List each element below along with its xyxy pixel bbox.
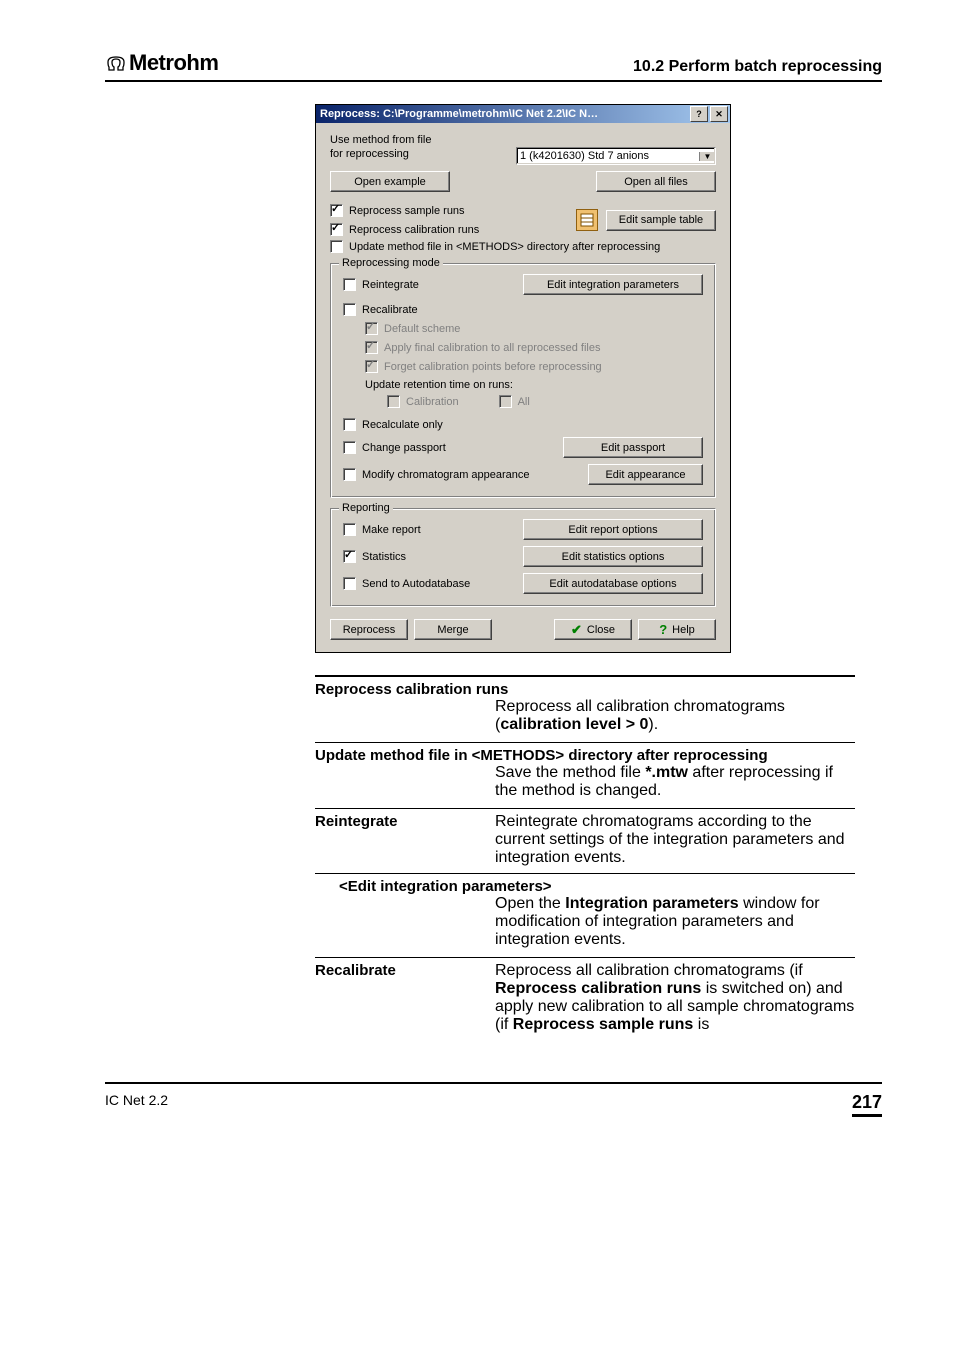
statistics-label: Statistics <box>362 551 406 563</box>
edit-autodatabase-options-button[interactable]: Edit autodatabase options <box>523 573 703 594</box>
reprocess-calibration-label: Reprocess calibration runs <box>349 224 479 236</box>
calibration-label: Calibration <box>406 396 459 408</box>
doc-subterm: <Edit integration parameters> <box>339 878 855 895</box>
recalibrate-checkbox[interactable] <box>343 303 356 316</box>
reprocess-button[interactable]: Reprocess <box>330 619 408 640</box>
apply-final-checkbox <box>365 341 378 354</box>
doc-entry: Recalibrate Reprocess all calibration ch… <box>315 957 855 1042</box>
reprocessing-mode-group: Reprocessing mode Reintegrate Edit integ… <box>330 263 716 498</box>
doc-section: Reprocess calibration runs Reprocess all… <box>315 675 855 1042</box>
forget-points-checkbox <box>365 360 378 373</box>
close-button[interactable]: ✔ Close <box>554 619 632 640</box>
merge-button[interactable]: Merge <box>414 619 492 640</box>
doc-term: Reprocess calibration runs <box>315 681 855 698</box>
doc-def: Reintegrate chromatograms according to t… <box>495 813 855 867</box>
omega-icon <box>105 54 127 72</box>
send-autodatabase-label: Send to Autodatabase <box>362 578 470 590</box>
apply-final-label: Apply final calibration to all reprocess… <box>384 342 600 354</box>
doc-def: Save the method file *.mtw after reproce… <box>495 764 855 800</box>
doc-def: Reprocess all calibration chromatograms … <box>495 698 855 734</box>
default-scheme-checkbox <box>365 322 378 335</box>
statistics-checkbox[interactable] <box>343 550 356 563</box>
open-example-button[interactable]: Open example <box>330 171 450 192</box>
chevron-down-icon: ▼ <box>699 152 715 161</box>
dialog-titlebar: Reprocess: C:\Programme\metrohm\IC Net 2… <box>316 105 730 123</box>
all-label: All <box>518 396 530 408</box>
question-icon: ? <box>659 622 667 637</box>
doc-term: Recalibrate <box>315 962 495 1034</box>
doc-entry: Reintegrate Reintegrate chromatograms ac… <box>315 808 855 957</box>
group-label-reporting: Reporting <box>339 502 393 514</box>
close-titlebar-button[interactable]: ✕ <box>710 106 728 122</box>
footer-product: IC Net 2.2 <box>105 1092 168 1117</box>
modify-appearance-checkbox[interactable] <box>343 468 356 481</box>
modify-appearance-label: Modify chromatogram appearance <box>362 469 530 481</box>
brand-text: Metrohm <box>129 50 218 76</box>
check-icon: ✔ <box>571 622 582 638</box>
edit-sample-table-button[interactable]: Edit sample table <box>606 210 716 231</box>
reintegrate-label: Reintegrate <box>362 279 419 291</box>
reprocess-sample-checkbox[interactable] <box>330 204 343 217</box>
doc-entry: Update method file in <METHODS> director… <box>315 742 855 808</box>
reprocess-sample-label: Reprocess sample runs <box>349 205 465 217</box>
brand-logo: Metrohm <box>105 50 218 76</box>
page-footer: IC Net 2.2 217 <box>105 1082 882 1117</box>
update-method-checkbox[interactable] <box>330 240 343 253</box>
doc-def: Open the Integration parameters window f… <box>495 895 855 949</box>
dialog-title: Reprocess: C:\Programme\metrohm\IC Net 2… <box>320 108 598 120</box>
help-button[interactable]: ? Help <box>638 619 716 640</box>
doc-term: Reintegrate <box>315 813 495 867</box>
default-scheme-label: Default scheme <box>384 323 460 335</box>
doc-entry: Reprocess calibration runs Reprocess all… <box>315 675 855 742</box>
edit-integration-parameters-button[interactable]: Edit integration parameters <box>523 274 703 295</box>
update-method-label: Update method file in <METHODS> director… <box>349 241 660 253</box>
recalculate-only-label: Recalculate only <box>362 419 443 431</box>
all-checkbox <box>499 395 512 408</box>
make-report-label: Make report <box>362 524 421 536</box>
make-report-checkbox[interactable] <box>343 523 356 536</box>
send-autodatabase-checkbox[interactable] <box>343 577 356 590</box>
reintegrate-checkbox[interactable] <box>343 278 356 291</box>
page-number: 217 <box>852 1092 882 1117</box>
update-retention-label: Update retention time on runs: <box>365 379 703 391</box>
sample-table-icon <box>576 209 598 231</box>
reprocess-dialog: Reprocess: C:\Programme\metrohm\IC Net 2… <box>315 104 731 653</box>
doc-def: Reprocess all calibration chromatograms … <box>495 962 855 1034</box>
reprocess-calibration-checkbox[interactable] <box>330 223 343 236</box>
recalibrate-label: Recalibrate <box>362 304 418 316</box>
edit-statistics-options-button[interactable]: Edit statistics options <box>523 546 703 567</box>
calibration-checkbox <box>387 395 400 408</box>
method-dropdown[interactable]: 1 (k4201630) Std 7 anions ▼ <box>516 147 716 165</box>
edit-appearance-button[interactable]: Edit appearance <box>588 464 703 485</box>
section-title: 10.2 Perform batch reprocessing <box>633 58 882 76</box>
change-passport-label: Change passport <box>362 442 446 454</box>
use-method-label: Use method from file for reprocessing <box>330 133 431 161</box>
doc-term: Update method file in <METHODS> director… <box>315 747 855 764</box>
change-passport-checkbox[interactable] <box>343 441 356 454</box>
edit-report-options-button[interactable]: Edit report options <box>523 519 703 540</box>
forget-points-label: Forget calibration points before reproce… <box>384 361 602 373</box>
help-titlebar-button[interactable]: ? <box>690 106 708 122</box>
edit-passport-button[interactable]: Edit passport <box>563 437 703 458</box>
reporting-group: Reporting Make report Edit report option… <box>330 508 716 607</box>
open-all-files-button[interactable]: Open all files <box>596 171 716 192</box>
group-label-mode: Reprocessing mode <box>339 257 443 269</box>
recalculate-only-checkbox[interactable] <box>343 418 356 431</box>
